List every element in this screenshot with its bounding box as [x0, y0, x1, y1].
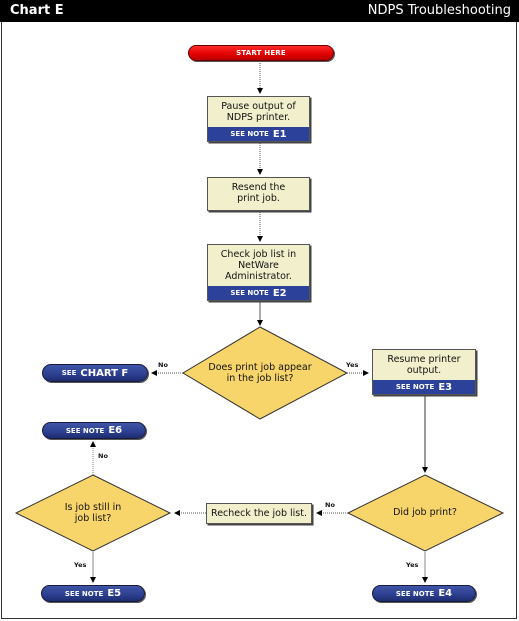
- decision-appear-text: Does print job appear in the job list?: [208, 362, 312, 384]
- step-resend-job: Resend the print job.: [207, 177, 310, 211]
- note-prefix: SEE NOTE: [230, 130, 269, 138]
- note-prefix: SEE NOTE: [395, 383, 435, 391]
- note-prefix: SEE NOTE: [230, 289, 269, 297]
- step-recheck-text: Recheck the job list.: [211, 508, 307, 519]
- see-chart-f-link[interactable]: SEE CHART F: [42, 364, 148, 382]
- note-id: E4: [438, 588, 453, 599]
- see-note-e5-link[interactable]: SEE NOTE E5: [41, 585, 145, 602]
- see-note-e4-link[interactable]: SEE NOTE E4: [372, 585, 476, 602]
- decision-still-yes-label: Yes: [74, 561, 87, 569]
- decision-still-no-label: No: [98, 452, 108, 460]
- step-resend-text: Resend the print job.: [231, 182, 286, 204]
- step-pause-output: Pause output of NDPS printer. SEE NOTE E…: [207, 96, 310, 142]
- see-note-e6-link[interactable]: SEE NOTE E6: [42, 422, 146, 439]
- see-note-prefix: SEE NOTE: [65, 426, 105, 435]
- note-link-e2[interactable]: SEE NOTE E2: [208, 286, 309, 300]
- note-link-e3[interactable]: SEE NOTE E3: [373, 380, 475, 394]
- note-id: E2: [272, 287, 287, 299]
- start-here-terminal: START HERE: [188, 45, 334, 61]
- step-check-job-list: Check job list in NetWare Administrator.…: [207, 244, 310, 301]
- see-prefix: SEE: [61, 369, 77, 377]
- decision-printed-text: Did job print?: [393, 507, 457, 518]
- step-pause-text: Pause output of NDPS printer.: [221, 101, 296, 123]
- decision-printed-no-label: No: [325, 501, 335, 509]
- step-resume-text: Resume printer output.: [387, 354, 461, 376]
- see-note-prefix: SEE NOTE: [395, 589, 435, 598]
- decision-appear-yes-label: Yes: [346, 361, 359, 369]
- note-id: E3: [438, 381, 453, 393]
- start-here-label: START HERE: [236, 49, 286, 57]
- see-note-prefix: SEE NOTE: [64, 589, 104, 598]
- note-id: E1: [272, 128, 287, 140]
- decision-still-text: Is job still in job list?: [64, 502, 122, 524]
- note-id: E6: [108, 425, 123, 436]
- decision-printed-yes-label: Yes: [406, 561, 419, 569]
- note-link-e1[interactable]: SEE NOTE E1: [208, 127, 309, 141]
- step-resume-output: Resume printer output. SEE NOTE E3: [372, 349, 476, 395]
- decision-appear-no-label: No: [158, 361, 168, 369]
- note-id: E5: [107, 588, 122, 599]
- chart-f-target: CHART F: [80, 367, 129, 379]
- step-recheck-job-list: Recheck the job list.: [206, 503, 312, 524]
- flowchart-connectors: [14, 61, 505, 583]
- step-check-text: Check job list in NetWare Administrator.: [220, 249, 297, 282]
